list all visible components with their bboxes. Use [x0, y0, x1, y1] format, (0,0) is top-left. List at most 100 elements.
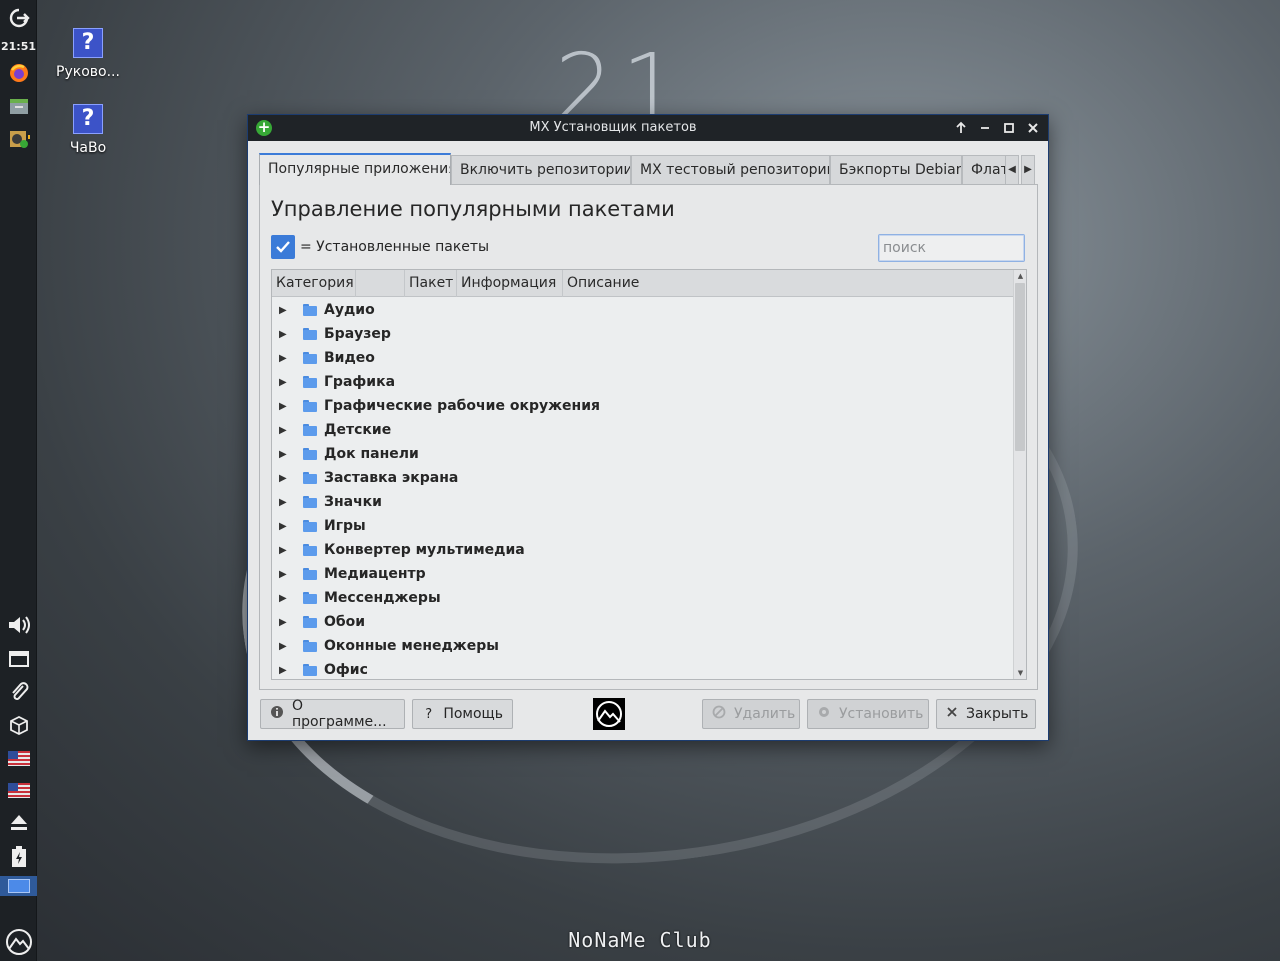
close-window-button[interactable]: [1024, 119, 1042, 137]
folder-icon: [303, 496, 317, 508]
tree-row[interactable]: ▶ Мессенджеры: [272, 586, 1013, 610]
close-button[interactable]: Закрыть: [936, 699, 1036, 729]
expand-arrow-icon[interactable]: ▶: [279, 377, 293, 388]
expand-arrow-icon[interactable]: ▶: [279, 305, 293, 316]
install-button-label: Установить: [839, 706, 924, 722]
tree-row[interactable]: ▶ Оконные менеджеры: [272, 634, 1013, 658]
folder-icon: [303, 592, 317, 604]
expand-arrow-icon[interactable]: ▶: [279, 569, 293, 580]
install-button[interactable]: Установить: [807, 699, 929, 729]
tree-row[interactable]: ▶ Аудио: [272, 298, 1013, 322]
expand-arrow-icon[interactable]: ▶: [279, 497, 293, 508]
tab-mx-test-repo[interactable]: MX тестовый репозиторий: [631, 155, 830, 185]
category-list: ▶ Аудио ▶ Браузер ▶ Видео ▶ Графика ▶ Графические…: [272, 298, 1013, 679]
scroll-up-arrow-icon[interactable]: ▲: [1014, 270, 1026, 282]
tab-content: Управление популярными пакетами = Устано…: [259, 184, 1038, 690]
expand-arrow-icon[interactable]: ▶: [279, 353, 293, 364]
search-input[interactable]: [878, 234, 1025, 262]
category-label: Заставка экрана: [324, 470, 459, 486]
expand-arrow-icon[interactable]: ▶: [279, 521, 293, 532]
scroll-down-arrow-icon[interactable]: ▼: [1014, 667, 1026, 679]
keep-above-button[interactable]: [952, 119, 970, 137]
desktop-icon-manual[interactable]: ? Руково...: [48, 28, 128, 80]
us-flag-icon[interactable]: [0, 748, 37, 768]
expand-arrow-icon[interactable]: ▶: [279, 401, 293, 412]
tab-popular-apps[interactable]: Популярные приложения: [259, 153, 451, 185]
firefox-icon[interactable]: [0, 62, 37, 84]
workspace-pager[interactable]: [0, 876, 37, 896]
tree-row[interactable]: ▶ Игры: [272, 514, 1013, 538]
column-header-description[interactable]: Описание: [563, 270, 1013, 297]
expand-arrow-icon[interactable]: ▶: [279, 545, 293, 556]
help-button[interactable]: ? Помощь: [412, 699, 513, 729]
minimize-button[interactable]: [976, 119, 994, 137]
column-header-info[interactable]: Информация: [457, 270, 563, 297]
battery-icon[interactable]: [0, 845, 37, 869]
tree-row[interactable]: ▶ Обои: [272, 610, 1013, 634]
help-document-icon: ?: [73, 104, 103, 134]
clipboard-icon[interactable]: [0, 681, 37, 703]
eject-icon[interactable]: [0, 812, 37, 832]
tree-row[interactable]: ▶ Графические рабочие окружения: [272, 394, 1013, 418]
expand-arrow-icon[interactable]: ▶: [279, 641, 293, 652]
network-icon[interactable]: [0, 648, 37, 670]
folder-icon: [303, 304, 317, 316]
folder-icon: [303, 400, 317, 412]
us-flag-icon[interactable]: [0, 780, 37, 800]
tab-debian-backports[interactable]: Бэкпорты Debian: [830, 155, 962, 185]
help-button-label: Помощь: [443, 706, 503, 722]
expand-arrow-icon[interactable]: ▶: [279, 665, 293, 676]
tree-row[interactable]: ▶ Заставка экрана: [272, 466, 1013, 490]
column-header-package[interactable]: Пакет: [405, 270, 457, 297]
updater-icon[interactable]: [0, 714, 37, 736]
expand-arrow-icon[interactable]: ▶: [279, 473, 293, 484]
help-icon: ?: [425, 706, 433, 722]
mx-package-installer-window: + MX Установщик пакетов Популярные прило…: [247, 114, 1049, 741]
panel-clock[interactable]: 21:51: [0, 38, 37, 54]
tree-row[interactable]: ▶ Детские: [272, 418, 1013, 442]
tree-row[interactable]: ▶ Значки: [272, 490, 1013, 514]
column-header-checkbox[interactable]: [356, 270, 405, 297]
tree-row[interactable]: ▶ Офис: [272, 658, 1013, 679]
category-label: Браузер: [324, 326, 391, 342]
file-manager-icon[interactable]: [0, 95, 37, 117]
vertical-scrollbar[interactable]: ▲ ▼: [1013, 270, 1026, 679]
watermark: NoNaMe Club: [568, 928, 712, 952]
tree-row[interactable]: ▶ Графика: [272, 370, 1013, 394]
volume-icon[interactable]: [0, 614, 37, 636]
logout-icon[interactable]: [0, 6, 37, 30]
tab-scroll-right-button[interactable]: ▶: [1021, 155, 1035, 185]
folder-icon: [303, 664, 317, 676]
expand-arrow-icon[interactable]: ▶: [279, 593, 293, 604]
tab-enable-repos[interactable]: Включить репозитории: [451, 155, 631, 185]
expand-arrow-icon[interactable]: ▶: [279, 449, 293, 460]
tree-row[interactable]: ▶ Браузер: [272, 322, 1013, 346]
column-header-category[interactable]: Категория: [272, 270, 356, 297]
category-label: Оконные менеджеры: [324, 638, 499, 654]
tree-row[interactable]: ▶ Медиацентр: [272, 562, 1013, 586]
tree-row[interactable]: ▶ Видео: [272, 346, 1013, 370]
desktop-icon-faq[interactable]: ? ЧаВо: [48, 104, 128, 156]
checkmark-icon: [271, 235, 295, 259]
mx-menu-icon[interactable]: [0, 928, 37, 956]
about-button[interactable]: О программе...: [260, 698, 405, 730]
installed-legend: = Установленные пакеты: [271, 235, 489, 259]
expand-arrow-icon[interactable]: ▶: [279, 617, 293, 628]
close-button-label: Закрыть: [966, 706, 1029, 722]
expand-arrow-icon[interactable]: ▶: [279, 329, 293, 340]
package-installer-icon[interactable]: [0, 128, 37, 150]
tree-row[interactable]: ▶ Конвертер мультимедиа: [272, 538, 1013, 562]
maximize-button[interactable]: [1000, 119, 1018, 137]
remove-button[interactable]: Удалить: [702, 699, 800, 729]
legend-text: = Установленные пакеты: [300, 239, 490, 255]
window-titlebar[interactable]: + MX Установщик пакетов: [248, 115, 1048, 141]
help-document-icon: ?: [73, 28, 103, 58]
tab-scroll-left-button[interactable]: ◀: [1005, 155, 1019, 185]
category-label: Конвертер мультимедиа: [324, 542, 525, 558]
tree-row[interactable]: ▶ Док панели: [272, 442, 1013, 466]
scrollbar-thumb[interactable]: [1015, 283, 1025, 451]
expand-arrow-icon[interactable]: ▶: [279, 425, 293, 436]
category-label: Игры: [324, 518, 366, 534]
category-label: Графика: [324, 374, 396, 390]
folder-icon: [303, 568, 317, 580]
